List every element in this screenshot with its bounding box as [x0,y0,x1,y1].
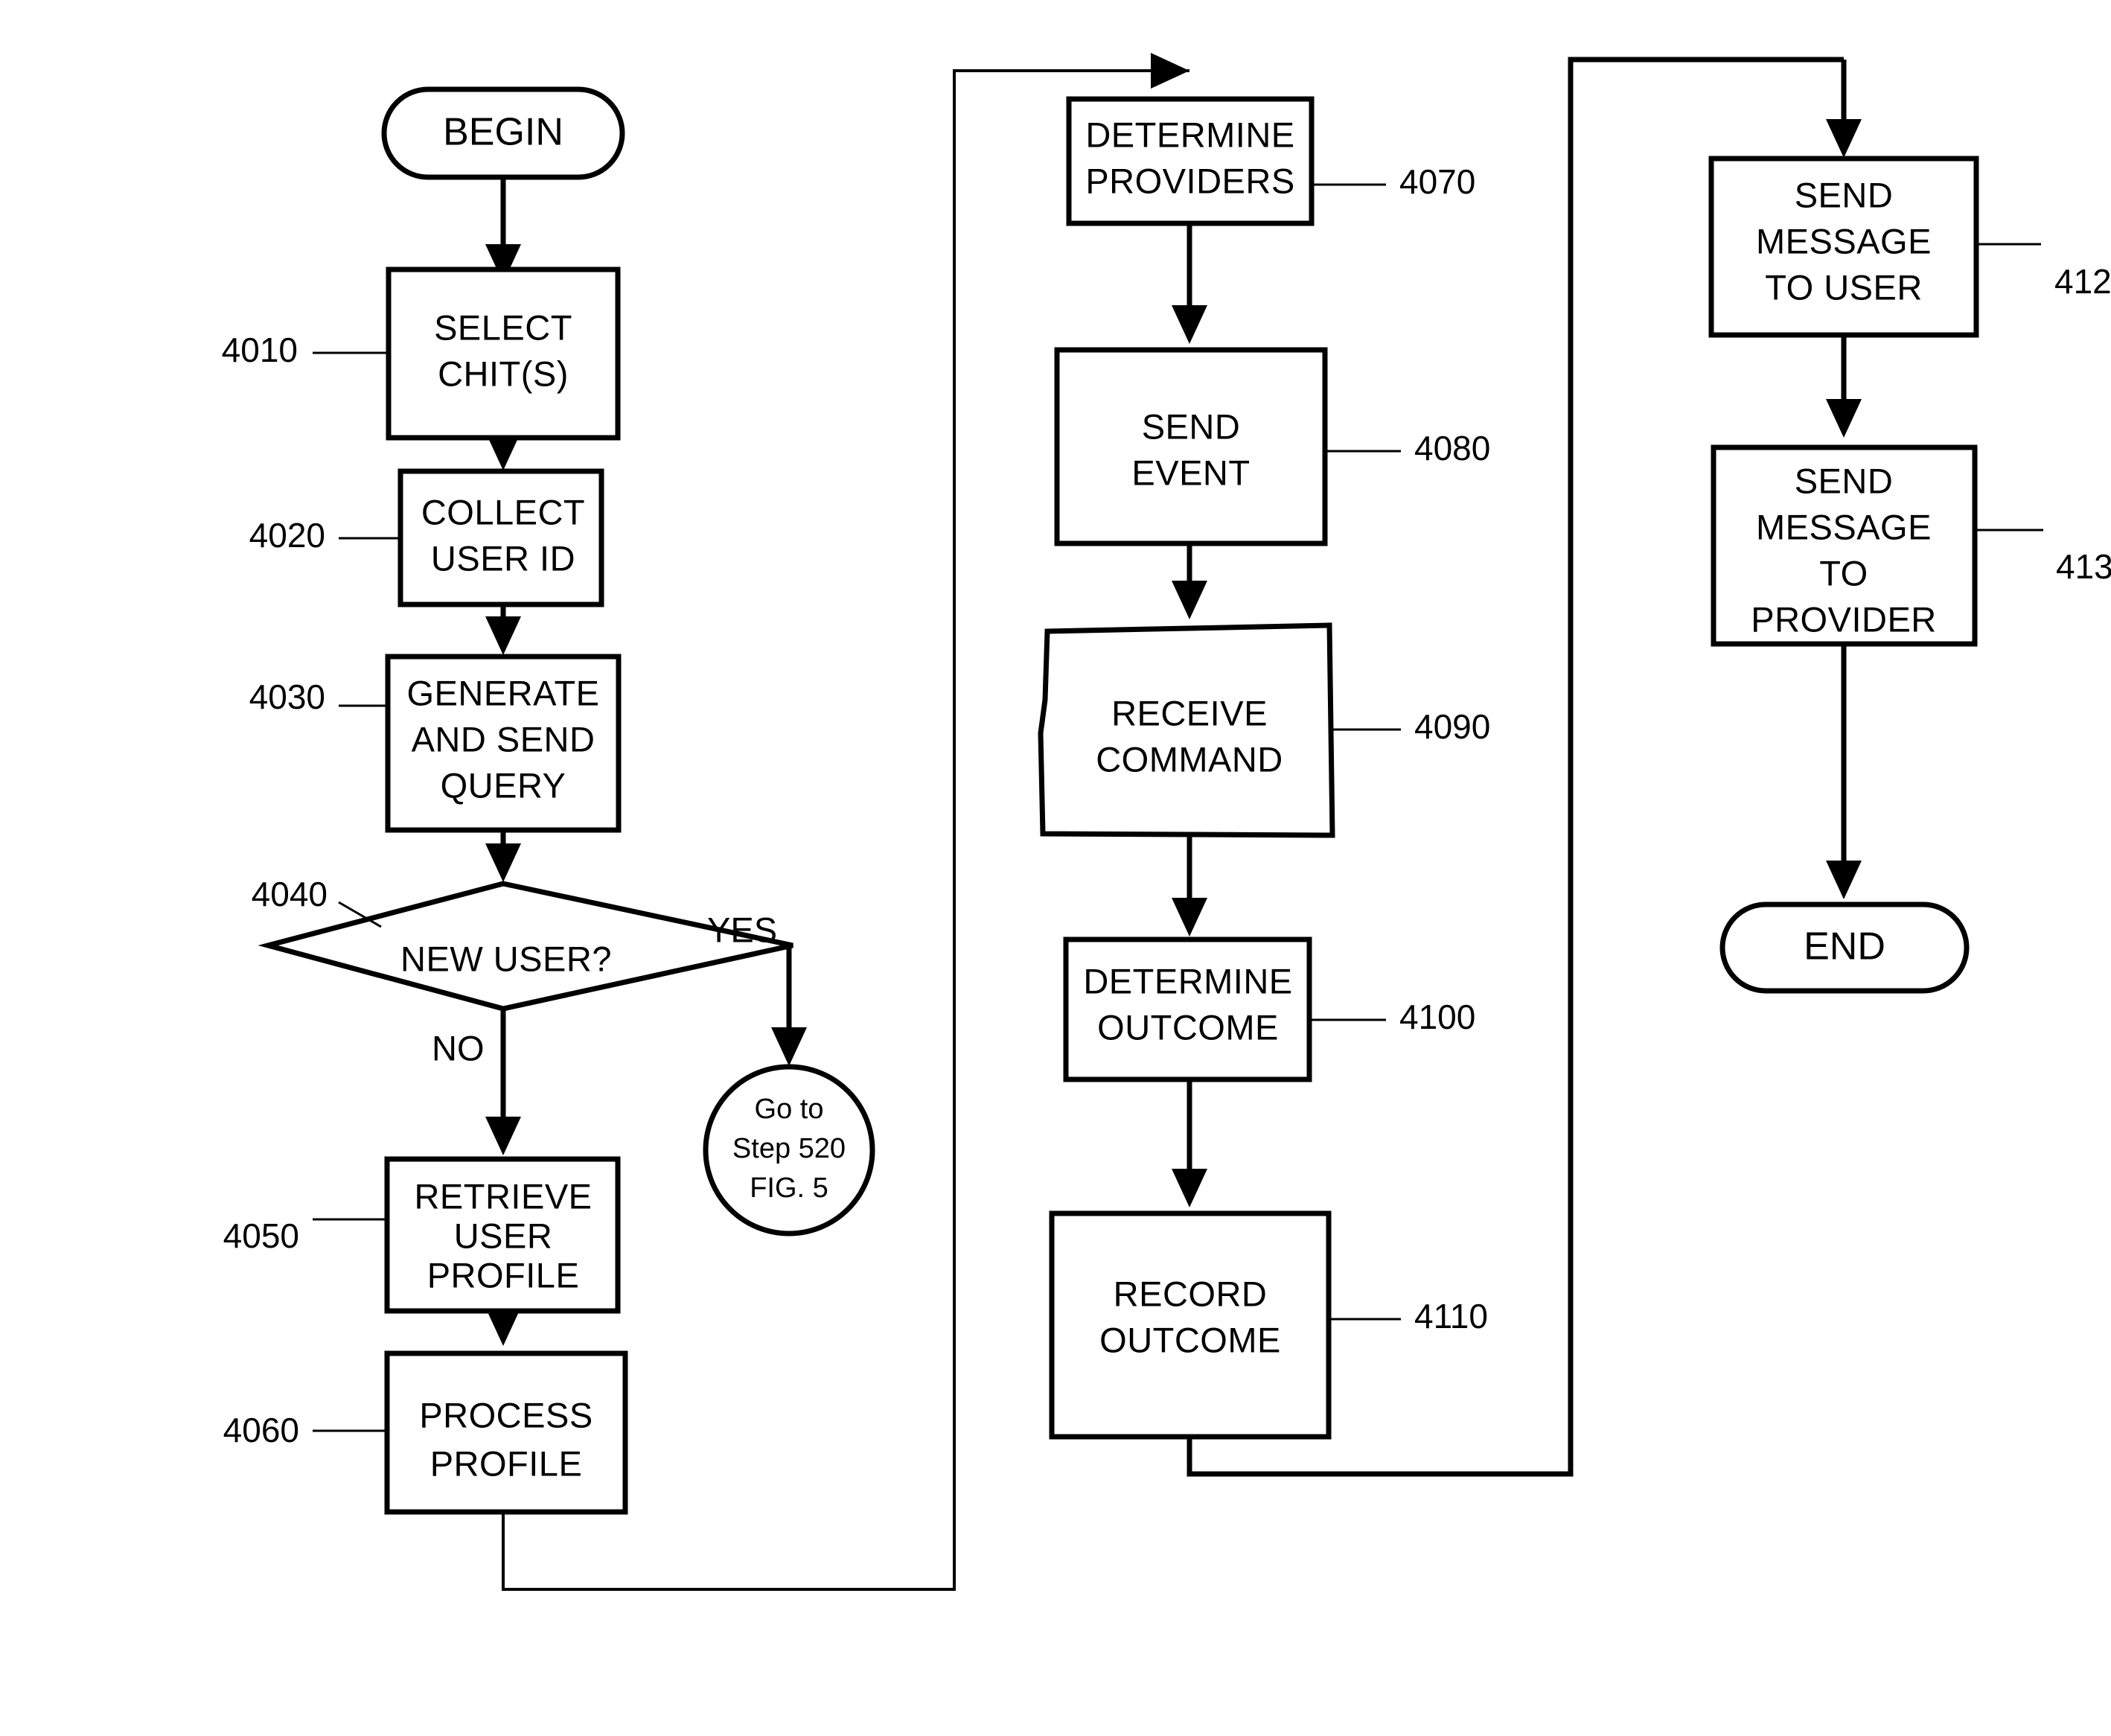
terminal-end-label: END [1804,925,1885,968]
ref-leader-4030: 4030 [249,677,388,716]
terminal-begin: BEGIN [381,86,625,180]
box-4010-line1: SELECT [434,307,572,347]
ref-leader-4080: 4080 [1325,429,1490,467]
ref-leader-4020: 4020 [249,516,400,555]
box-4080-line1: SEND [1142,406,1241,446]
decision-yes-label: YES [707,910,777,949]
ref-leader-4110: 4110 [1329,1297,1488,1335]
box-4100-line1: DETERMINE [1083,961,1292,1001]
box-4050-line3: PROFILE [427,1255,580,1295]
ref-label-4130: 4130 [2056,547,2111,586]
ref-label-4030: 4030 [249,677,325,716]
ref-label-4060: 4060 [223,1411,299,1449]
box-4130-line2: MESSAGE [1756,507,1932,546]
connector-4090-to-4100 [1172,834,1207,936]
box-4130-line3: TO [1819,553,1868,593]
box-4100-line2: OUTCOME [1097,1007,1279,1047]
ref-label-4100: 4100 [1399,998,1475,1036]
ref-leader-4100: 4100 [1309,998,1475,1036]
box-4050-line1: RETRIEVE [414,1176,592,1216]
process-box-4010: SELECT CHIT(S) [386,267,621,441]
ref-leader-4010: 4010 [222,331,389,369]
box-4060-line2: PROFILE [430,1443,583,1483]
decision-no-label: NO [432,1028,485,1068]
ref-label-4110: 4110 [1414,1297,1488,1335]
connector-4040-no-to-4050 [485,1009,521,1155]
box-4130-line1: SEND [1795,461,1894,500]
box-4030-line2: AND SEND [412,719,595,759]
ref-leader-4050: 4050 [223,1216,387,1255]
ref-leader-4060: 4060 [223,1411,387,1449]
box-4030-line1: GENERATE [406,673,599,712]
box-4070-line1: DETERMINE [1085,115,1294,154]
connector-4020-to-4030 [485,604,521,655]
offpage-line2: Step 520 [732,1133,846,1164]
box-4120-line2: MESSAGE [1756,221,1932,261]
box-4110-line1: RECORD [1114,1274,1268,1313]
terminal-end: END [1719,901,1970,994]
connector-4120-to-4130 [1826,335,1862,438]
connector-4100-to-4110 [1172,1079,1207,1207]
process-box-4020: COLLECT USER ID [397,468,604,607]
box-4080-line2: EVENT [1131,453,1250,492]
flowchart-svg: BEGIN SELECT CHIT(S) 4010 COLLECT USER I… [222,53,2111,1591]
box-4050-line2: USER [454,1216,553,1255]
ref-leader-4090: 4090 [1331,707,1490,746]
ref-label-4040: 4040 [252,875,328,913]
process-box-4130: SEND MESSAGE TO PROVIDER [1711,444,1978,647]
box-4120-line1: SEND [1795,175,1894,214]
connector-4030-to-4040 [485,830,521,882]
process-box-4050: RETRIEVE USER PROFILE [384,1156,621,1314]
offpage-connector-circle: Go to Step 520 FIG. 5 [703,1064,875,1236]
process-box-4080: SEND EVENT [1054,347,1328,546]
ref-label-4080: 4080 [1414,429,1490,467]
process-box-4060: PROCESS PROFILE [384,1350,628,1515]
ref-leader-4070: 4070 [1312,162,1475,201]
ref-label-4020: 4020 [249,516,325,555]
box-4030-line3: QUERY [441,765,566,805]
process-box-4120: SEND MESSAGE TO USER [1708,156,1979,338]
connector-4080-to-4090 [1172,543,1207,619]
ref-label-4090: 4090 [1414,707,1490,746]
ref-label-4120: 4120 [2054,262,2111,301]
offpage-line3: FIG. 5 [750,1172,828,1204]
box-4120-line3: TO USER [1765,267,1923,307]
process-box-4030: GENERATE AND SEND QUERY [385,654,622,833]
box-4020-line1: COLLECT [421,492,585,532]
box-4110-line2: OUTCOME [1099,1320,1281,1359]
box-4010-line2: CHIT(S) [438,354,569,393]
offpage-line1: Go to [755,1094,824,1125]
flowchart-canvas: BEGIN SELECT CHIT(S) 4010 COLLECT USER I… [0,0,2111,1736]
connector-4130-to-end [1826,644,1862,899]
process-box-4070: DETERMINE PROVIDERS [1066,96,1315,226]
process-box-4110: RECORD OUTCOME [1049,1210,1332,1440]
ref-label-4010: 4010 [222,331,298,369]
ref-leader-4120: 4120 [1976,243,2111,301]
ref-label-4050: 4050 [223,1216,299,1255]
box-4130-line4: PROVIDER [1751,599,1937,639]
process-box-4090: RECEIVE COMMAND [1038,622,1335,838]
box-4070-line2: PROVIDERS [1085,161,1294,200]
box-4090-line2: COMMAND [1096,739,1283,779]
box-4060-line1: PROCESS [419,1395,593,1435]
box-4020-line2: USER ID [431,538,575,578]
ref-leader-4130: 4130 [1975,529,2111,586]
process-box-4100: DETERMINE OUTCOME [1063,936,1312,1082]
ref-label-4070: 4070 [1399,162,1475,201]
terminal-begin-label: BEGIN [443,111,563,154]
decision-4040-label: NEW USER? [400,939,612,978]
connector-4070-to-4080 [1172,223,1207,344]
box-4090-line1: RECEIVE [1111,693,1268,733]
